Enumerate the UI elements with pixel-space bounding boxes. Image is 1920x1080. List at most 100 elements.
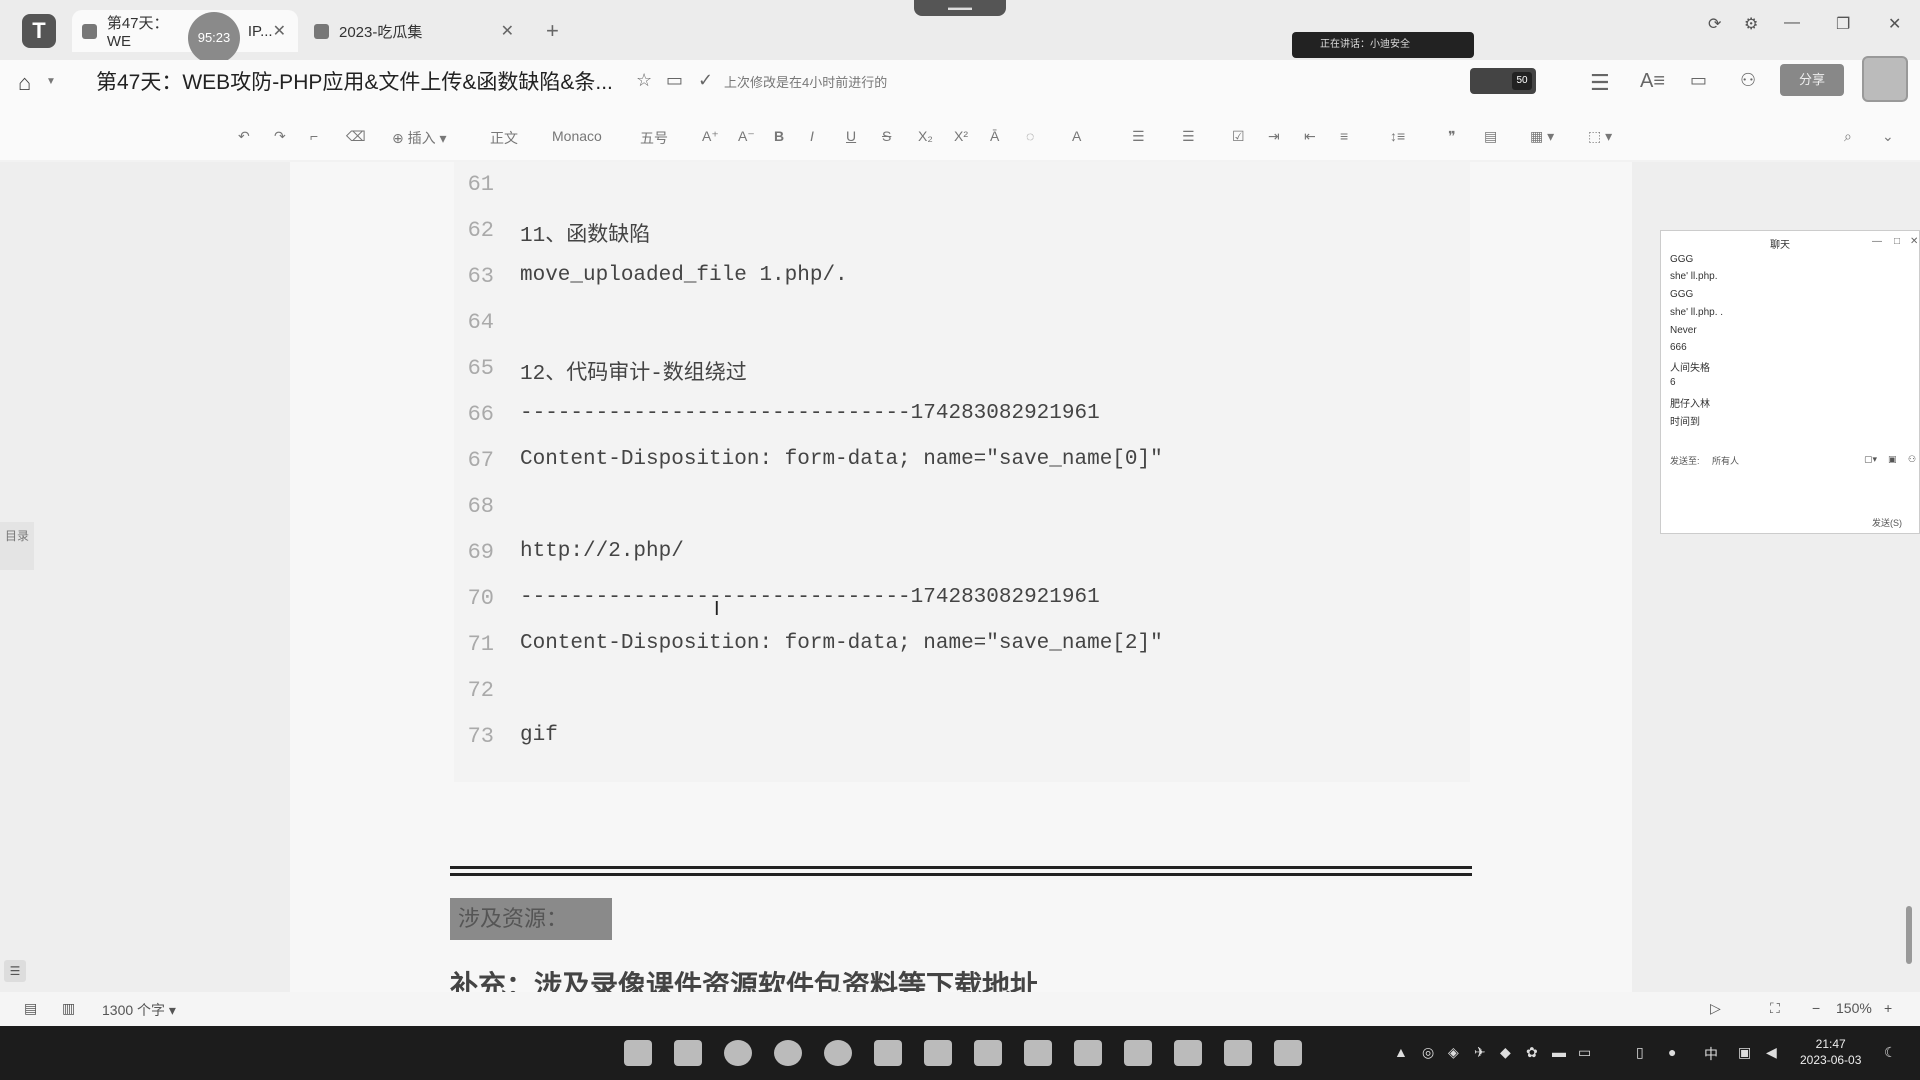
close-icon[interactable]: ✕ xyxy=(273,21,286,41)
app-logo-icon[interactable]: T xyxy=(22,14,56,48)
checklist-icon[interactable]: ☑ xyxy=(1232,128,1245,145)
font-grow-icon[interactable]: A⁺ xyxy=(702,128,719,145)
browser-icon[interactable] xyxy=(824,1040,852,1066)
table-icon[interactable]: ▦ ▾ xyxy=(1530,128,1554,145)
refresh-icon[interactable]: ⟳ xyxy=(1708,14,1721,34)
user-add-icon[interactable]: ⚇ xyxy=(1740,70,1756,91)
new-tab-button[interactable]: + xyxy=(546,18,559,44)
volume-icon[interactable]: ◀ xyxy=(1766,1044,1777,1061)
zoom-in-icon[interactable]: + xyxy=(1884,1000,1892,1016)
present-icon[interactable]: ▭ xyxy=(1690,70,1707,91)
align-icon[interactable]: ≡ xyxy=(1340,128,1348,144)
bold-icon[interactable]: B xyxy=(774,128,784,144)
underline-icon[interactable]: U xyxy=(846,128,856,144)
undo-icon[interactable]: ↶ xyxy=(238,128,250,145)
highlight-icon[interactable]: ◌ xyxy=(1026,128,1034,144)
page-view-icon[interactable]: ▤ xyxy=(24,1000,37,1017)
clear-format-icon[interactable]: Ā xyxy=(990,128,999,144)
tray-icon[interactable]: ▭ xyxy=(1578,1044,1591,1061)
menu-icon[interactable]: ☰ xyxy=(1590,70,1610,96)
start-icon[interactable] xyxy=(624,1040,652,1066)
ide-icon[interactable] xyxy=(1124,1040,1152,1066)
tab-doc[interactable]: 第47天：WE IP... ✕ xyxy=(72,10,298,52)
code-line[interactable]: 12、代码审计-数组绕过 xyxy=(520,356,747,386)
terminal-icon[interactable] xyxy=(1224,1040,1252,1066)
restore-icon[interactable]: □ xyxy=(1894,236,1900,247)
outline-toggle[interactable]: ☰ xyxy=(4,960,26,982)
network-icon[interactable]: ▣ xyxy=(1738,1044,1751,1061)
app-icon[interactable] xyxy=(1024,1040,1052,1066)
fullscreen-icon[interactable]: ⛶ xyxy=(1770,1000,1780,1017)
send-to-select[interactable]: 所有人 xyxy=(1712,454,1739,467)
file-explorer-icon[interactable] xyxy=(674,1040,702,1066)
tray-icon[interactable]: ✿ xyxy=(1526,1044,1538,1061)
file-icon[interactable]: ▢▾ xyxy=(1864,454,1877,465)
tray-icon[interactable]: ◈ xyxy=(1448,1044,1459,1061)
font-color-icon[interactable]: A xyxy=(1072,128,1081,144)
ime-indicator[interactable]: 中 xyxy=(1704,1044,1718,1064)
shield-icon[interactable] xyxy=(1174,1040,1202,1066)
chrome-icon[interactable] xyxy=(774,1040,802,1066)
toc-toggle[interactable]: 目录 xyxy=(0,522,34,570)
comment-icon[interactable]: ▤ xyxy=(1484,128,1497,145)
bullet-list-icon[interactable]: ☰ xyxy=(1132,128,1145,145)
zoom-level[interactable]: 150% xyxy=(1836,1000,1872,1016)
scrollbar[interactable] xyxy=(1906,906,1912,964)
code-line[interactable]: http://2.php/ xyxy=(520,540,684,563)
superscript-icon[interactable]: X² xyxy=(954,128,968,144)
insert-button[interactable]: ⊕ 插入 ▾ xyxy=(392,128,447,148)
battery-icon[interactable]: ▯ xyxy=(1636,1044,1644,1061)
redo-icon[interactable]: ↷ xyxy=(274,128,286,145)
code-line[interactable]: Content-Disposition: form-data; name="sa… xyxy=(520,448,1163,471)
size-select[interactable]: 五号 xyxy=(640,128,668,148)
java-icon[interactable] xyxy=(1074,1040,1102,1066)
tray-icon[interactable]: ✈ xyxy=(1474,1044,1486,1061)
photos-icon[interactable] xyxy=(974,1040,1002,1066)
app-icon[interactable] xyxy=(874,1040,902,1066)
search-icon[interactable]: ⌕ xyxy=(1844,128,1852,145)
subscript-icon[interactable]: X₂ xyxy=(918,128,933,144)
minimize-icon[interactable]: — xyxy=(1784,14,1800,32)
share-button[interactable]: 分享 xyxy=(1780,64,1844,96)
avatar[interactable] xyxy=(1862,56,1908,102)
code-line[interactable]: move_uploaded_file 1.php/. xyxy=(520,264,848,287)
code-line[interactable]: -------------------------------174283082… xyxy=(520,586,1100,609)
chevron-down-icon[interactable]: ⌄ xyxy=(1882,128,1894,145)
word-count[interactable]: 1300 个字 ▾ xyxy=(102,1000,176,1020)
tab-chigua[interactable]: 2023-吃瓜集 ✕ xyxy=(304,10,526,52)
close-icon[interactable]: ✕ xyxy=(1910,236,1918,247)
star-icon[interactable]: ☆ xyxy=(636,70,652,91)
style-select[interactable]: 正文 xyxy=(490,128,518,148)
font-shrink-icon[interactable]: A⁻ xyxy=(738,128,755,145)
code-line[interactable]: -------------------------------174283082… xyxy=(520,402,1100,425)
line-spacing-icon[interactable]: ↕≡ xyxy=(1390,128,1405,144)
code-line[interactable]: Content-Disposition: form-data; name="sa… xyxy=(520,632,1163,655)
collaborator-avatars[interactable]: 50 xyxy=(1470,68,1536,94)
print-layout-icon[interactable]: ▥ xyxy=(62,1000,75,1017)
notification-icon[interactable]: ☾ xyxy=(1884,1044,1897,1061)
tray-icon[interactable]: ◎ xyxy=(1422,1044,1434,1061)
more-tools-icon[interactable]: ⬚ ▾ xyxy=(1588,128,1612,145)
document-app-icon[interactable] xyxy=(924,1040,952,1066)
zoom-out-icon[interactable]: − xyxy=(1812,1000,1820,1016)
home-icon[interactable]: ⌂ xyxy=(18,70,31,96)
code-line[interactable]: 11、函数缺陷 xyxy=(520,218,650,248)
system-clock[interactable]: 21:47 2023-06-03 xyxy=(1800,1036,1861,1068)
eraser-icon[interactable]: ⌫ xyxy=(346,128,366,145)
page-title[interactable]: 第47天：WEB攻防-PHP应用&文件上传&函数缺陷&条... xyxy=(96,66,613,96)
play-icon[interactable]: ▷ xyxy=(1710,1000,1721,1017)
format-painter-icon[interactable]: ⌐ xyxy=(310,128,318,144)
numbered-list-icon[interactable]: ☰ xyxy=(1182,128,1195,145)
section-note[interactable]: 补充：涉及录像课件资源软件包资料等下载地址 xyxy=(450,964,1038,992)
restore-icon[interactable]: ❐ xyxy=(1836,14,1850,34)
gear-icon[interactable]: ⚙ xyxy=(1744,14,1758,34)
minimize-icon[interactable]: — xyxy=(1872,236,1882,247)
italic-icon[interactable]: I xyxy=(810,128,814,144)
code-line[interactable]: gif xyxy=(520,724,558,747)
close-icon[interactable]: ✕ xyxy=(501,21,514,41)
edge-browser-icon[interactable] xyxy=(724,1040,752,1066)
strikethrough-icon[interactable]: S xyxy=(882,128,891,144)
send-button[interactable]: 发送(S) xyxy=(1872,516,1902,529)
cloud-icon[interactable] xyxy=(1274,1040,1302,1066)
font-select[interactable]: Monaco xyxy=(552,128,602,144)
